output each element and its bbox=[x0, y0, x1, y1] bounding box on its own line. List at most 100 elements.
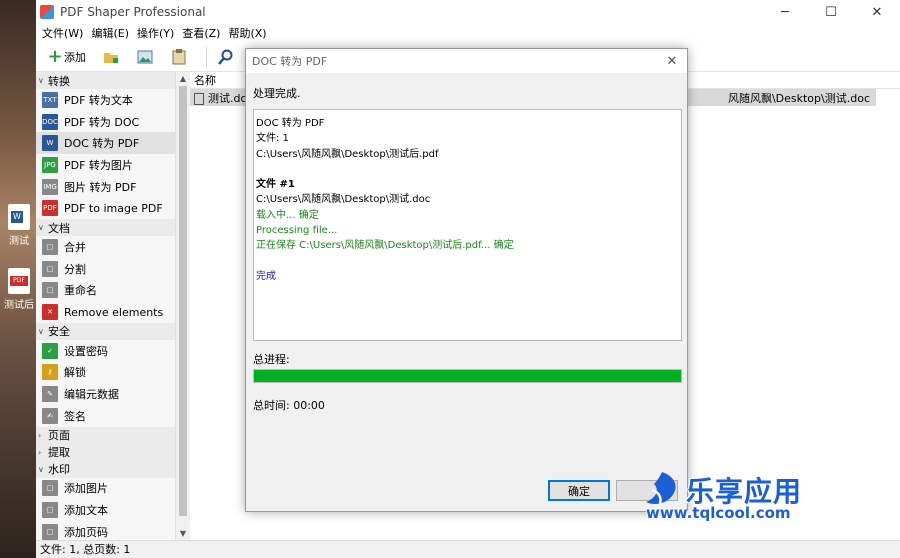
sidebar-item-label: DOC 转为 PDF bbox=[64, 137, 140, 151]
brand-url: www.tqlcool.com bbox=[646, 504, 791, 522]
sidebar-item[interactable]: JPG PDF 转为图片 bbox=[36, 154, 175, 176]
sidebar-item[interactable]: □ 添加图片 bbox=[36, 478, 175, 500]
maximize-button[interactable]: ☐ bbox=[808, 0, 854, 24]
sidebar-item-label: 添加页码 bbox=[64, 525, 108, 539]
ok-button[interactable]: 确定 bbox=[548, 480, 610, 501]
sidebar-item-label: PDF 转为文本 bbox=[64, 93, 133, 107]
total-time: 总时间: 00:00 bbox=[253, 399, 325, 412]
sidebar-item-label: PDF to image PDF bbox=[64, 201, 163, 215]
add-button[interactable]: + 添加 bbox=[42, 45, 90, 69]
column-name[interactable]: 名称 bbox=[194, 74, 216, 87]
desktop-icon-label: 测试 bbox=[9, 236, 29, 247]
log-line: Processing file... bbox=[256, 225, 338, 237]
add-folder-button[interactable] bbox=[98, 45, 124, 69]
log-line: 文件: 1 bbox=[256, 133, 289, 145]
menu-item[interactable]: 文件(W) bbox=[38, 25, 87, 41]
sidebar-item[interactable]: ✕ Remove elements bbox=[36, 301, 175, 323]
sidebar-item[interactable]: ✎ 编辑元数据 bbox=[36, 383, 175, 405]
sidebar-item-icon: □ bbox=[42, 260, 58, 277]
scroll-down-icon[interactable]: ▼ bbox=[176, 529, 190, 538]
progress-fill bbox=[254, 370, 681, 382]
progress-bar bbox=[253, 369, 682, 383]
sidebar-item[interactable]: □ 重命名 bbox=[36, 280, 175, 302]
sidebar-item-label: 设置密码 bbox=[64, 344, 108, 358]
add-button-label: 添加 bbox=[64, 50, 86, 64]
sidebar-item[interactable]: ✍ 签名 bbox=[36, 405, 175, 427]
sidebar-group-title: 提取 bbox=[48, 446, 70, 460]
sidebar-item-icon: DOC bbox=[42, 113, 58, 130]
sidebar-item-icon: □ bbox=[42, 523, 58, 540]
sidebar-item[interactable]: □ 合并 bbox=[36, 236, 175, 258]
sidebar: ∨ 转换 TXT PDF 转为文本 DOC PDF 转为 DOC W DOC 转为 PDF JP… bbox=[36, 72, 176, 540]
dialog-status-text: 处理完成. bbox=[253, 87, 301, 100]
sidebar-item[interactable]: DOC PDF 转为 DOC bbox=[36, 111, 175, 133]
add-image-button[interactable] bbox=[132, 45, 158, 69]
sidebar-item-label: 签名 bbox=[64, 409, 86, 423]
menu-item[interactable]: 查看(Z) bbox=[178, 25, 224, 41]
desktop-icon-pdf[interactable]: 测试后 bbox=[4, 268, 34, 311]
minimize-button[interactable]: ─ bbox=[762, 0, 808, 24]
dialog-close-button[interactable]: ✕ bbox=[657, 54, 687, 69]
sidebar-item-icon: JPG bbox=[42, 156, 58, 173]
sidebar-item-icon: PDF bbox=[42, 200, 58, 217]
sidebar-item[interactable]: □ 分割 bbox=[36, 258, 175, 280]
sidebar-item[interactable]: IMG 图片 转为 PDF bbox=[36, 176, 175, 198]
sidebar-item[interactable]: ⚷ 解锁 bbox=[36, 362, 175, 384]
log-line: 完成 bbox=[256, 270, 276, 282]
sidebar-item[interactable]: □ 添加文本 bbox=[36, 499, 175, 521]
log-line: 正在保存 C:\Users\风随风飘\Desktop\测试后.pdf... 确定 bbox=[256, 240, 514, 252]
sidebar-group-title: 水印 bbox=[48, 463, 70, 477]
desktop-icon-word[interactable]: 测试 bbox=[4, 204, 34, 247]
sidebar-item[interactable]: PDF PDF to image PDF bbox=[36, 197, 175, 219]
log-line: C:\Users\风随风飘\Desktop\测试.doc bbox=[256, 194, 431, 206]
sidebar-item-icon: IMG bbox=[42, 178, 58, 195]
sidebar-item-label: 合并 bbox=[64, 240, 86, 254]
search-button[interactable] bbox=[213, 45, 239, 69]
sidebar-item-label: PDF 转为 DOC bbox=[64, 115, 140, 129]
sidebar-item-label: 编辑元数据 bbox=[64, 388, 119, 402]
menu-item[interactable]: 编辑(E) bbox=[87, 25, 133, 41]
clipboard-icon bbox=[170, 48, 188, 66]
pdf-file-icon bbox=[8, 268, 30, 294]
sidebar-scrollbar[interactable]: ▲ ▼ bbox=[176, 72, 190, 540]
sidebar-group-header[interactable]: › 页面 bbox=[36, 426, 175, 444]
search-icon bbox=[217, 48, 235, 66]
sidebar-item-label: 添加文本 bbox=[64, 504, 108, 518]
desktop-icon-label: 测试后 bbox=[4, 300, 34, 311]
sidebar-group-header[interactable]: ∨ 水印 bbox=[36, 460, 175, 478]
title-bar: PDF Shaper Professional ─ ☐ ✕ bbox=[36, 0, 900, 24]
sidebar-item-icon: TXT bbox=[42, 91, 58, 108]
sidebar-item-icon: □ bbox=[42, 238, 58, 255]
sidebar-item-icon: □ bbox=[42, 502, 58, 519]
app-logo-icon bbox=[40, 5, 54, 19]
sidebar-item-icon: □ bbox=[42, 480, 58, 497]
conversion-log[interactable]: DOC 转为 PDF 文件: 1 C:\Users\风随风飘\Desktop\测试后… bbox=[253, 109, 682, 341]
progress-label: 总进程: bbox=[253, 353, 290, 366]
sidebar-group-header[interactable]: ∨ 安全 bbox=[36, 322, 175, 340]
file-icon bbox=[194, 92, 204, 105]
sidebar-item-label: 重命名 bbox=[64, 284, 97, 298]
sidebar-item-icon: ✕ bbox=[42, 304, 58, 321]
watermark: 乐享应用 www.tqlcool.com bbox=[640, 466, 820, 526]
menu-item[interactable]: 操作(Y) bbox=[133, 25, 178, 41]
sidebar-group-header[interactable]: ∨ 转换 bbox=[36, 72, 175, 89]
window-title: PDF Shaper Professional bbox=[60, 5, 206, 19]
scroll-up-icon[interactable]: ▲ bbox=[176, 74, 190, 83]
sidebar-item-icon: W bbox=[42, 135, 58, 152]
paste-button[interactable] bbox=[166, 45, 192, 69]
scrollbar-thumb[interactable] bbox=[179, 86, 187, 516]
sidebar-group-title: 页面 bbox=[48, 429, 70, 443]
sidebar-group-title: 转换 bbox=[48, 74, 70, 88]
menu-item[interactable]: 帮助(X) bbox=[224, 25, 270, 41]
sidebar-item[interactable]: ✓ 设置密码 bbox=[36, 340, 175, 362]
sidebar-item[interactable]: W DOC 转为 PDF bbox=[36, 132, 175, 155]
log-line: 载入中... 确定 bbox=[256, 209, 319, 221]
menu-bar: 文件(W) 编辑(E) 操作(Y) 查看(Z) 帮助(X) bbox=[36, 24, 900, 42]
sidebar-item[interactable]: TXT PDF 转为文本 bbox=[36, 89, 175, 111]
close-window-button[interactable]: ✕ bbox=[854, 0, 900, 24]
sidebar-group-header[interactable]: ∨ 文档 bbox=[36, 219, 175, 237]
sidebar-item[interactable]: □ 添加页码 bbox=[36, 521, 175, 540]
sidebar-item-label: 添加图片 bbox=[64, 482, 108, 496]
sidebar-group-header[interactable]: › 提取 bbox=[36, 443, 175, 461]
